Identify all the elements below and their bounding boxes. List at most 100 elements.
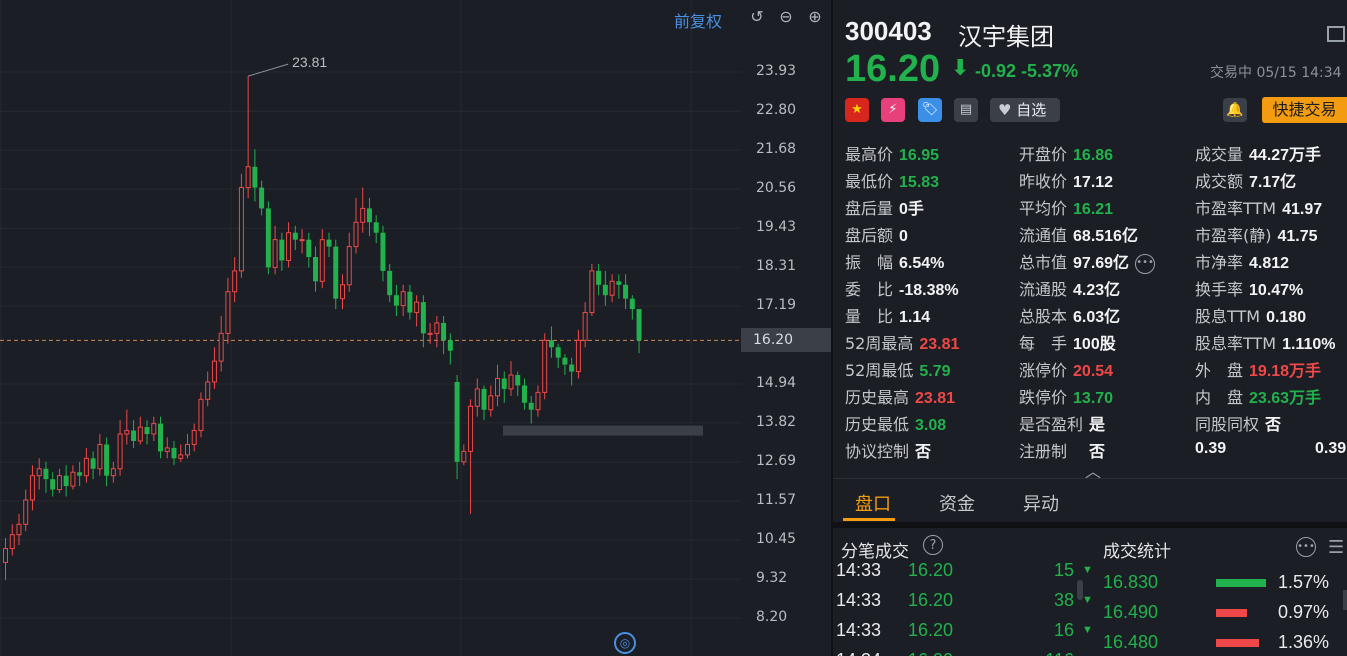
kline-svg[interactable]: 23.81 bbox=[0, 0, 741, 656]
candle-body bbox=[292, 232, 298, 240]
stock-name: 汉宇集团 bbox=[958, 23, 1054, 51]
candle-body bbox=[535, 391, 541, 411]
tick-direction: ▼ bbox=[1082, 594, 1093, 606]
stat-label: 内 盘 bbox=[1195, 388, 1244, 407]
tab-pankou[interactable]: 盘口 bbox=[855, 490, 891, 516]
list-view-icon[interactable]: ☰ bbox=[1328, 537, 1344, 558]
volume-stat-pct: 0.97% bbox=[1278, 602, 1330, 622]
candle-body bbox=[623, 284, 629, 299]
candle-body bbox=[306, 239, 312, 258]
tick-scrollbar[interactable] bbox=[1077, 580, 1083, 600]
stat-label: 股息率TTM bbox=[1195, 334, 1277, 353]
stock-code: 300403 bbox=[845, 16, 932, 46]
stat-label: 流通值 bbox=[1019, 226, 1068, 245]
stat-label: 跌停价 bbox=[1019, 388, 1068, 407]
candle-body bbox=[97, 443, 103, 470]
stat-item: 振 幅 6.54% bbox=[845, 249, 944, 273]
last-price: 16.20 bbox=[845, 48, 941, 90]
china-flag-icon[interactable]: ★ bbox=[845, 98, 869, 122]
margin-icon[interactable]: ⚡ bbox=[881, 98, 905, 122]
candle-body bbox=[50, 479, 56, 490]
tick-volume: 15 bbox=[1053, 560, 1074, 580]
y-axis-label: 22.80 bbox=[756, 102, 797, 119]
stat-item: 昨收价 17.12 bbox=[1019, 168, 1113, 192]
candle-body bbox=[387, 270, 393, 296]
kline-chart[interactable]: 23.81 前复权 ↺ ⊖ ⊕ 23.93 22.80 21.68 20.56 19.4… bbox=[0, 0, 831, 656]
candle-body bbox=[636, 309, 642, 341]
panel-menu-icon[interactable] bbox=[1327, 26, 1345, 42]
volume-scrollbar[interactable] bbox=[1343, 590, 1347, 610]
candle-body bbox=[299, 239, 305, 242]
help-icon[interactable]: ? bbox=[923, 535, 943, 555]
candle-body bbox=[434, 322, 440, 334]
stat-item: 历史最高 23.81 bbox=[845, 384, 955, 408]
candle-body bbox=[29, 475, 35, 501]
candle-body bbox=[171, 447, 177, 459]
stat-label: 成交额 bbox=[1195, 172, 1244, 191]
tick-price: 16.20 bbox=[908, 590, 954, 610]
adjust-mode-button[interactable]: 前复权 bbox=[674, 8, 722, 32]
stat-item: 委 比 -18.38% bbox=[845, 276, 959, 300]
y-axis-label: 10.45 bbox=[756, 530, 797, 547]
tab-movement[interactable]: 异动 bbox=[1023, 490, 1059, 516]
candle-body bbox=[191, 430, 197, 445]
alert-bell-icon[interactable]: 🔔 bbox=[1223, 98, 1247, 122]
zoom-in-icon[interactable]: ⊕ bbox=[806, 8, 824, 26]
stat-value: 6.03亿 bbox=[1073, 309, 1121, 326]
candle-body bbox=[56, 475, 62, 491]
stat-label: 历史最高 bbox=[845, 388, 910, 407]
candle-body bbox=[555, 347, 561, 358]
volume-stat-pct: 1.57% bbox=[1278, 572, 1330, 592]
note-icon[interactable]: ▤ bbox=[954, 98, 978, 122]
stat-item: 52周最低 5.79 bbox=[845, 357, 951, 381]
tag-icon[interactable]: 🏷 bbox=[918, 98, 942, 122]
candle-body bbox=[353, 221, 359, 248]
volume-stat-bar bbox=[1216, 639, 1259, 647]
stat-label: 涨停价 bbox=[1019, 361, 1068, 380]
y-axis-label: 11.57 bbox=[756, 492, 797, 509]
tab-funds[interactable]: 资金 bbox=[939, 490, 975, 516]
candle-body bbox=[198, 398, 204, 432]
stat-label: 注册制 bbox=[1019, 442, 1068, 461]
reset-icon[interactable]: ↺ bbox=[748, 8, 766, 26]
candle-body bbox=[36, 468, 42, 477]
section-band bbox=[833, 522, 1347, 528]
stat-item: 历史最低 3.08 bbox=[845, 411, 946, 435]
stat-value: 41.75 bbox=[1277, 228, 1318, 245]
candle-body bbox=[83, 457, 89, 477]
stat-value: 16.21 bbox=[1073, 201, 1114, 218]
watchlist-button[interactable]: ♥ 自选 bbox=[990, 98, 1060, 122]
max-annotation-line bbox=[247, 63, 289, 77]
locate-icon[interactable]: ◎ bbox=[614, 632, 636, 654]
stat-label: 市盈率TTM bbox=[1195, 199, 1277, 218]
stat-item: 成交量 44.27万手 bbox=[1195, 141, 1321, 165]
tick-volume: 116 bbox=[1024, 650, 1074, 656]
candle-body bbox=[562, 357, 568, 365]
gap-zone bbox=[503, 425, 703, 436]
zoom-out-icon[interactable]: ⊖ bbox=[777, 8, 795, 26]
stat-value: 否 bbox=[1265, 417, 1282, 434]
candle-body bbox=[447, 340, 453, 351]
tick-price: 16.20 bbox=[908, 620, 954, 640]
stat-value: 15.83 bbox=[899, 174, 940, 191]
candle-body bbox=[124, 430, 130, 435]
more-options-icon[interactable]: ••• bbox=[1296, 537, 1316, 557]
stat-label: 外 盘 bbox=[1195, 361, 1244, 380]
volume-stats-title: 成交统计 bbox=[1103, 542, 1171, 562]
stat-value: 41.97 bbox=[1282, 201, 1323, 218]
candle-body bbox=[313, 257, 319, 282]
stat-item: 市盈率TTM 41.97 bbox=[1195, 195, 1322, 219]
candle-body bbox=[400, 291, 406, 307]
stat-item: 开盘价 16.86 bbox=[1019, 141, 1113, 165]
stat-value: 16.95 bbox=[899, 147, 940, 164]
tick-price: 16.20 bbox=[908, 650, 953, 656]
candle-body bbox=[286, 232, 292, 261]
candle-body bbox=[23, 499, 29, 525]
more-icon[interactable]: ••• bbox=[1135, 253, 1156, 274]
stat-value: 68.516亿 bbox=[1073, 228, 1138, 245]
volume-stat-bar bbox=[1216, 579, 1266, 587]
candle-body bbox=[178, 454, 184, 459]
quick-trade-button[interactable]: 快捷交易 bbox=[1262, 97, 1347, 123]
y-axis-label: 19.43 bbox=[756, 219, 797, 236]
candle-body bbox=[3, 548, 8, 563]
